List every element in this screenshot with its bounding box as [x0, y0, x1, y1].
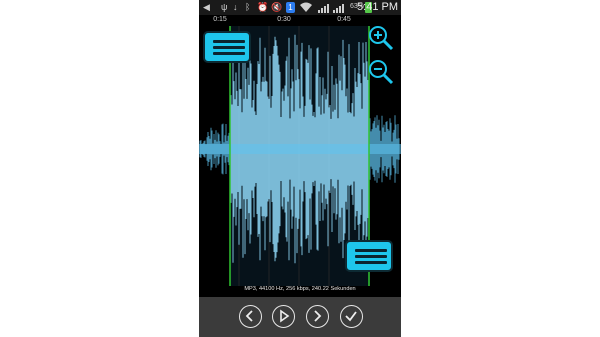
playback-toolbar: [199, 297, 401, 337]
back-icon: ◀: [203, 2, 210, 12]
file-info: MP3, 44100 Hz, 256 kbps, 240.22 Sekunden: [244, 286, 356, 292]
timeline-label: 0:15: [213, 16, 227, 23]
wifi-icon: [299, 2, 313, 15]
chevron-left-icon: [245, 310, 253, 322]
mute-icon: 🔇: [271, 2, 283, 12]
zoom-out-icon[interactable]: [367, 58, 395, 86]
download-icon: ↓: [233, 2, 238, 12]
confirm-button[interactable]: [340, 305, 363, 328]
status-bar: ◀ ψ ↓ ᛒ ⏰ 🔇 1 63% 5:41 PM: [199, 0, 401, 15]
clock: 5:41 PM: [357, 1, 398, 13]
usb-icon: ψ: [221, 2, 228, 12]
start-handle[interactable]: [203, 31, 251, 63]
alarm-icon: ⏰: [257, 2, 269, 12]
notification-badge: 1: [286, 2, 295, 13]
chevron-right-icon: [314, 310, 322, 322]
previous-button[interactable]: [239, 305, 262, 328]
check-icon: [345, 311, 357, 322]
timeline-label: 0:30: [277, 16, 291, 23]
play-icon: [280, 309, 290, 323]
end-handle[interactable]: [345, 240, 393, 272]
zoom-in-icon[interactable]: [367, 24, 395, 52]
next-button[interactable]: [306, 305, 329, 328]
phone-screen: ◀ ψ ↓ ᛒ ⏰ 🔇 1 63% 5:41 PM 0:15 0:30 0:45: [199, 0, 401, 337]
play-button[interactable]: [272, 305, 295, 328]
bluetooth-icon: ᛒ: [245, 2, 251, 12]
timeline-label: 0:45: [337, 16, 351, 23]
